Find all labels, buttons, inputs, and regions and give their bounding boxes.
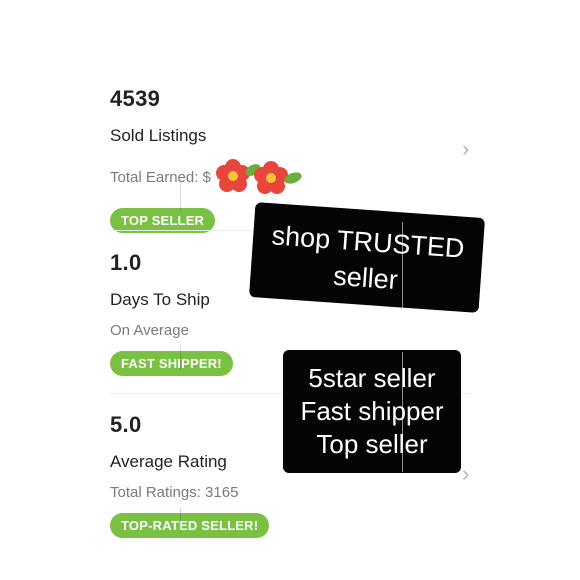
on-average-text: On Average — [110, 322, 189, 339]
stat-value: 4539 — [110, 86, 161, 111]
fast-shipper-badge: FAST SHIPPER! — [110, 351, 233, 376]
stat-days-to-ship[interactable]: 1.0 Days To Ship On Average FAST SHIPPER… — [110, 250, 233, 376]
sticker-text: 5star seller — [308, 363, 436, 393]
sticker-text: Fast shipper — [300, 396, 444, 426]
sticker-summary: 5star seller Fast shipper Top seller — [283, 350, 461, 473]
flower-sticker-icon — [213, 158, 303, 196]
total-earned-text: Total Earned: $ — [110, 168, 211, 186]
alignment-guide — [180, 180, 181, 210]
chevron-right-icon[interactable]: › — [462, 461, 469, 487]
alignment-guide — [180, 345, 181, 371]
alignment-guide — [402, 222, 403, 310]
stat-label: Sold Listings — [110, 126, 207, 145]
stat-subtext: On Average — [110, 322, 233, 339]
sticker-shop-trusted: shop TRUSTED seller — [248, 202, 486, 313]
alignment-guide — [180, 507, 181, 533]
stat-label: Days To Ship — [110, 290, 210, 309]
stat-average-rating[interactable]: 5.0 Average Rating Total Ratings: 3165 T… — [110, 412, 270, 538]
stat-label: Average Rating — [110, 452, 227, 471]
stat-value: 5.0 — [110, 412, 142, 437]
chevron-right-icon[interactable]: › — [462, 136, 469, 162]
top-rated-seller-badge: TOP-RATED SELLER! — [110, 513, 270, 538]
sticker-text: Top seller — [316, 429, 428, 459]
stat-subtext: Total Ratings: 3165 — [110, 484, 269, 501]
total-ratings-text: Total Ratings: 3165 — [110, 484, 239, 501]
stat-subtext: Total Earned: $ — [110, 158, 303, 196]
alignment-guide — [402, 352, 403, 472]
stat-value: 1.0 — [110, 250, 142, 275]
